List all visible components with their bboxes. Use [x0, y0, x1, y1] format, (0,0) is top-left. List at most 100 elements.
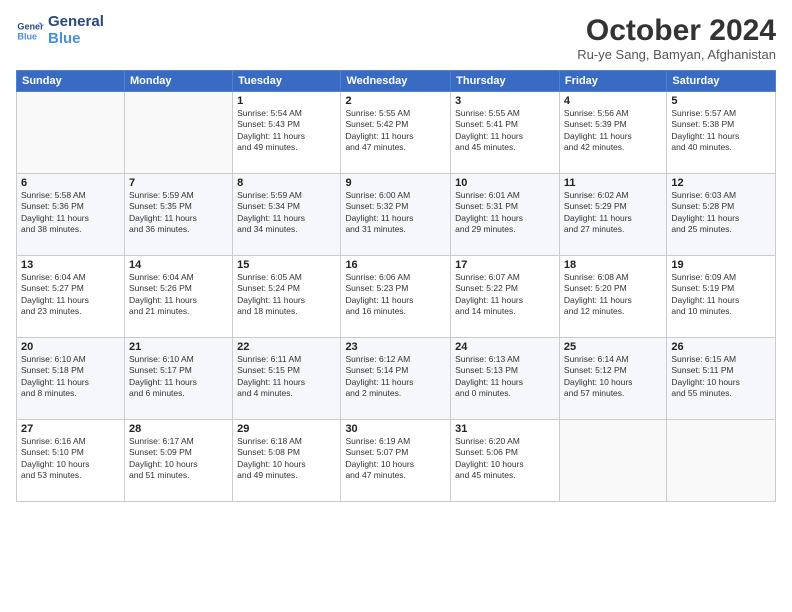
- col-header-monday: Monday: [124, 71, 232, 92]
- calendar-cell: 12Sunrise: 6:03 AM Sunset: 5:28 PM Dayli…: [667, 174, 776, 256]
- month-title: October 2024: [577, 14, 776, 47]
- day-number: 20: [21, 341, 120, 353]
- day-info: Sunrise: 6:04 AM Sunset: 5:27 PM Dayligh…: [21, 272, 120, 318]
- day-info: Sunrise: 5:55 AM Sunset: 5:42 PM Dayligh…: [345, 108, 446, 154]
- day-number: 2: [345, 95, 446, 107]
- day-number: 30: [345, 423, 446, 435]
- day-info: Sunrise: 6:19 AM Sunset: 5:07 PM Dayligh…: [345, 436, 446, 482]
- calendar-cell: 10Sunrise: 6:01 AM Sunset: 5:31 PM Dayli…: [451, 174, 560, 256]
- day-info: Sunrise: 5:58 AM Sunset: 5:36 PM Dayligh…: [21, 190, 120, 236]
- day-info: Sunrise: 6:08 AM Sunset: 5:20 PM Dayligh…: [564, 272, 662, 318]
- week-row-3: 13Sunrise: 6:04 AM Sunset: 5:27 PM Dayli…: [17, 256, 776, 338]
- calendar: SundayMondayTuesdayWednesdayThursdayFrid…: [16, 70, 776, 502]
- col-header-wednesday: Wednesday: [341, 71, 451, 92]
- calendar-cell: [667, 420, 776, 502]
- calendar-cell: 25Sunrise: 6:14 AM Sunset: 5:12 PM Dayli…: [559, 338, 666, 420]
- day-info: Sunrise: 6:10 AM Sunset: 5:18 PM Dayligh…: [21, 354, 120, 400]
- day-number: 22: [237, 341, 336, 353]
- day-number: 29: [237, 423, 336, 435]
- day-info: Sunrise: 6:15 AM Sunset: 5:11 PM Dayligh…: [671, 354, 771, 400]
- calendar-cell: 29Sunrise: 6:18 AM Sunset: 5:08 PM Dayli…: [233, 420, 341, 502]
- calendar-cell: 11Sunrise: 6:02 AM Sunset: 5:29 PM Dayli…: [559, 174, 666, 256]
- day-number: 17: [455, 259, 555, 271]
- col-header-saturday: Saturday: [667, 71, 776, 92]
- day-info: Sunrise: 5:59 AM Sunset: 5:34 PM Dayligh…: [237, 190, 336, 236]
- day-number: 25: [564, 341, 662, 353]
- day-info: Sunrise: 6:03 AM Sunset: 5:28 PM Dayligh…: [671, 190, 771, 236]
- calendar-cell: 27Sunrise: 6:16 AM Sunset: 5:10 PM Dayli…: [17, 420, 125, 502]
- day-info: Sunrise: 6:00 AM Sunset: 5:32 PM Dayligh…: [345, 190, 446, 236]
- calendar-cell: [559, 420, 666, 502]
- page-header: General Blue General Blue October 2024 R…: [16, 14, 776, 62]
- day-info: Sunrise: 6:17 AM Sunset: 5:09 PM Dayligh…: [129, 436, 228, 482]
- calendar-cell: 19Sunrise: 6:09 AM Sunset: 5:19 PM Dayli…: [667, 256, 776, 338]
- day-info: Sunrise: 6:10 AM Sunset: 5:17 PM Dayligh…: [129, 354, 228, 400]
- calendar-cell: 8Sunrise: 5:59 AM Sunset: 5:34 PM Daylig…: [233, 174, 341, 256]
- logo-line2: Blue: [48, 31, 104, 48]
- calendar-cell: 6Sunrise: 5:58 AM Sunset: 5:36 PM Daylig…: [17, 174, 125, 256]
- day-number: 13: [21, 259, 120, 271]
- day-info: Sunrise: 5:54 AM Sunset: 5:43 PM Dayligh…: [237, 108, 336, 154]
- day-info: Sunrise: 5:57 AM Sunset: 5:38 PM Dayligh…: [671, 108, 771, 154]
- day-number: 11: [564, 177, 662, 189]
- day-number: 24: [455, 341, 555, 353]
- day-number: 6: [21, 177, 120, 189]
- day-info: Sunrise: 6:01 AM Sunset: 5:31 PM Dayligh…: [455, 190, 555, 236]
- day-number: 28: [129, 423, 228, 435]
- calendar-cell: 17Sunrise: 6:07 AM Sunset: 5:22 PM Dayli…: [451, 256, 560, 338]
- day-info: Sunrise: 6:07 AM Sunset: 5:22 PM Dayligh…: [455, 272, 555, 318]
- calendar-cell: 5Sunrise: 5:57 AM Sunset: 5:38 PM Daylig…: [667, 92, 776, 174]
- calendar-cell: 2Sunrise: 5:55 AM Sunset: 5:42 PM Daylig…: [341, 92, 451, 174]
- logo-line1: General: [48, 14, 104, 31]
- calendar-cell: 30Sunrise: 6:19 AM Sunset: 5:07 PM Dayli…: [341, 420, 451, 502]
- col-header-tuesday: Tuesday: [233, 71, 341, 92]
- day-number: 7: [129, 177, 228, 189]
- calendar-cell: 22Sunrise: 6:11 AM Sunset: 5:15 PM Dayli…: [233, 338, 341, 420]
- calendar-cell: 16Sunrise: 6:06 AM Sunset: 5:23 PM Dayli…: [341, 256, 451, 338]
- day-number: 5: [671, 95, 771, 107]
- day-info: Sunrise: 6:13 AM Sunset: 5:13 PM Dayligh…: [455, 354, 555, 400]
- logo: General Blue General Blue: [16, 14, 104, 47]
- week-row-2: 6Sunrise: 5:58 AM Sunset: 5:36 PM Daylig…: [17, 174, 776, 256]
- svg-text:Blue: Blue: [17, 31, 37, 41]
- day-info: Sunrise: 6:18 AM Sunset: 5:08 PM Dayligh…: [237, 436, 336, 482]
- day-number: 23: [345, 341, 446, 353]
- calendar-cell: 15Sunrise: 6:05 AM Sunset: 5:24 PM Dayli…: [233, 256, 341, 338]
- day-info: Sunrise: 5:56 AM Sunset: 5:39 PM Dayligh…: [564, 108, 662, 154]
- calendar-cell: 13Sunrise: 6:04 AM Sunset: 5:27 PM Dayli…: [17, 256, 125, 338]
- day-info: Sunrise: 6:14 AM Sunset: 5:12 PM Dayligh…: [564, 354, 662, 400]
- calendar-cell: 20Sunrise: 6:10 AM Sunset: 5:18 PM Dayli…: [17, 338, 125, 420]
- col-header-thursday: Thursday: [451, 71, 560, 92]
- title-block: October 2024 Ru-ye Sang, Bamyan, Afghani…: [577, 14, 776, 62]
- calendar-cell: 26Sunrise: 6:15 AM Sunset: 5:11 PM Dayli…: [667, 338, 776, 420]
- logo-icon: General Blue: [16, 17, 44, 45]
- calendar-header-row: SundayMondayTuesdayWednesdayThursdayFrid…: [17, 71, 776, 92]
- day-number: 26: [671, 341, 771, 353]
- day-info: Sunrise: 6:04 AM Sunset: 5:26 PM Dayligh…: [129, 272, 228, 318]
- week-row-5: 27Sunrise: 6:16 AM Sunset: 5:10 PM Dayli…: [17, 420, 776, 502]
- day-number: 19: [671, 259, 771, 271]
- calendar-cell: 7Sunrise: 5:59 AM Sunset: 5:35 PM Daylig…: [124, 174, 232, 256]
- day-number: 27: [21, 423, 120, 435]
- day-info: Sunrise: 6:05 AM Sunset: 5:24 PM Dayligh…: [237, 272, 336, 318]
- day-info: Sunrise: 6:06 AM Sunset: 5:23 PM Dayligh…: [345, 272, 446, 318]
- col-header-friday: Friday: [559, 71, 666, 92]
- calendar-cell: 31Sunrise: 6:20 AM Sunset: 5:06 PM Dayli…: [451, 420, 560, 502]
- calendar-cell: 3Sunrise: 5:55 AM Sunset: 5:41 PM Daylig…: [451, 92, 560, 174]
- day-info: Sunrise: 5:59 AM Sunset: 5:35 PM Dayligh…: [129, 190, 228, 236]
- day-info: Sunrise: 6:12 AM Sunset: 5:14 PM Dayligh…: [345, 354, 446, 400]
- calendar-cell: 4Sunrise: 5:56 AM Sunset: 5:39 PM Daylig…: [559, 92, 666, 174]
- day-number: 18: [564, 259, 662, 271]
- day-number: 9: [345, 177, 446, 189]
- day-number: 14: [129, 259, 228, 271]
- calendar-cell: 28Sunrise: 6:17 AM Sunset: 5:09 PM Dayli…: [124, 420, 232, 502]
- day-number: 10: [455, 177, 555, 189]
- day-number: 31: [455, 423, 555, 435]
- calendar-cell: [124, 92, 232, 174]
- calendar-cell: 14Sunrise: 6:04 AM Sunset: 5:26 PM Dayli…: [124, 256, 232, 338]
- week-row-1: 1Sunrise: 5:54 AM Sunset: 5:43 PM Daylig…: [17, 92, 776, 174]
- day-info: Sunrise: 5:55 AM Sunset: 5:41 PM Dayligh…: [455, 108, 555, 154]
- calendar-cell: 24Sunrise: 6:13 AM Sunset: 5:13 PM Dayli…: [451, 338, 560, 420]
- day-number: 8: [237, 177, 336, 189]
- calendar-cell: 21Sunrise: 6:10 AM Sunset: 5:17 PM Dayli…: [124, 338, 232, 420]
